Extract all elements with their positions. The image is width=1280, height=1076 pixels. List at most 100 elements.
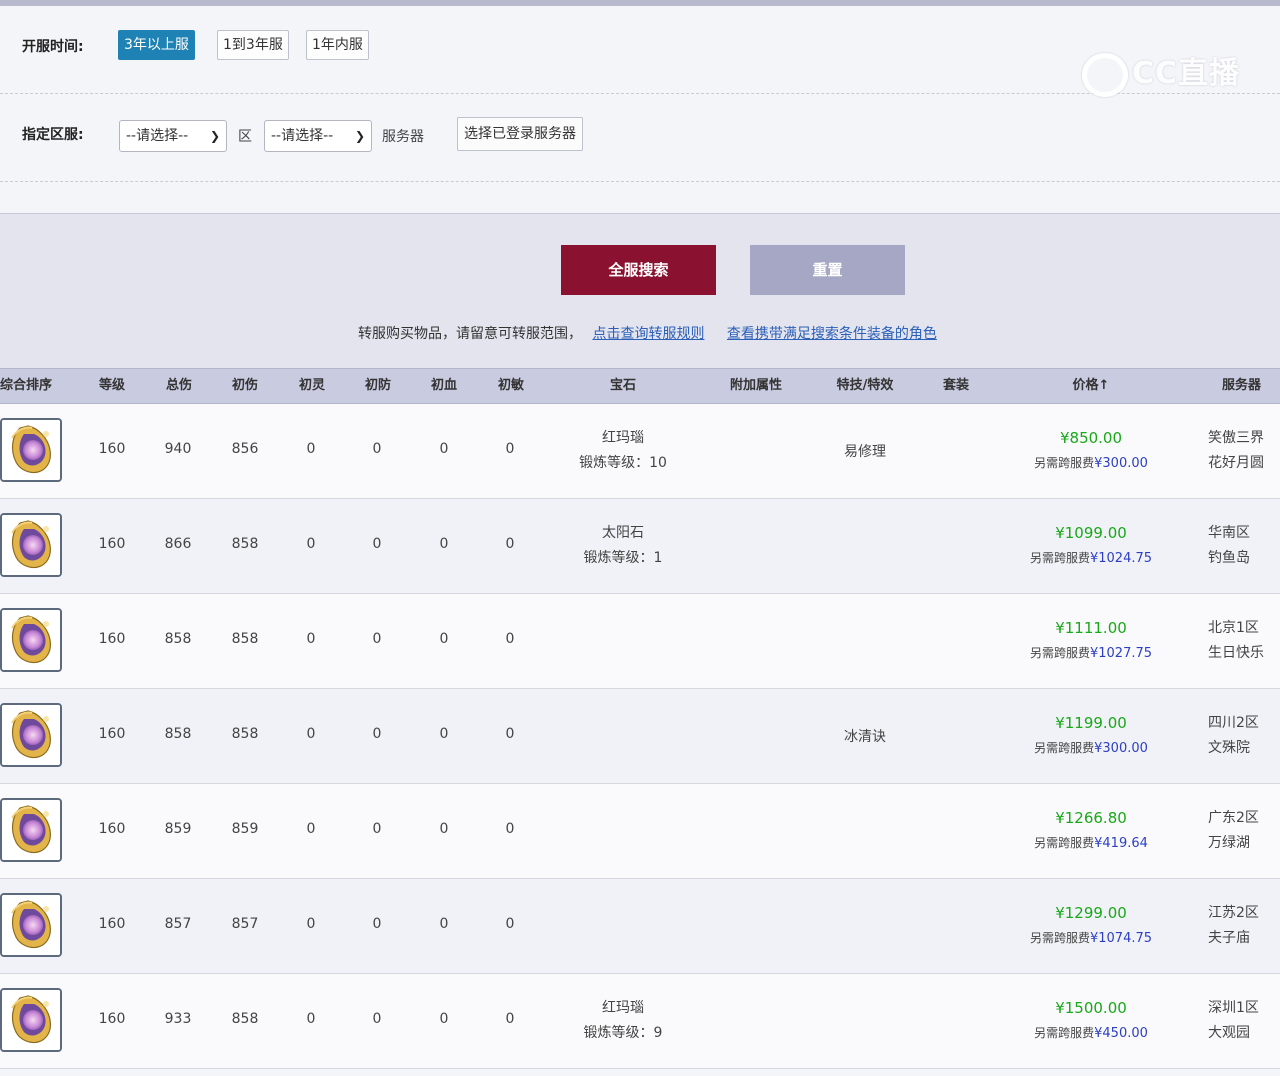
transfer-fee: 另需跨服费¥300.00 [1034,456,1148,471]
transfer-rules-link[interactable]: 点击查询转服规则 [592,326,704,342]
view-characters-link[interactable]: 查看携带满足搜索条件装备的角色 [727,326,937,342]
item-icon[interactable] [0,703,62,767]
cell-d4: 0 [439,631,449,647]
table-row[interactable]: 160 858 858 0 0 0 0 ¥1111.00 另需跨服费¥1027.75 北京1区 生日… [0,594,1280,689]
cell-d3: 0 [372,821,382,837]
price-value: ¥1500.00 [1055,999,1127,1017]
header-d5[interactable]: 初敏 [486,369,536,405]
cell-d1: 858 [231,631,259,647]
zone-label: 指定区服: [22,127,84,143]
cell-level: 160 [98,916,126,932]
cell-d5: 0 [505,916,515,932]
price-value: ¥1299.00 [1055,904,1127,922]
item-icon[interactable] [0,893,62,957]
header-d4[interactable]: 初血 [419,369,469,405]
server-select[interactable]: --请选择-- ❯ [264,120,372,152]
item-icon[interactable] [0,513,62,577]
cell-d2: 0 [306,441,316,457]
table-row[interactable]: 160 859 859 0 0 0 0 ¥1266.80 另需跨服费¥419.64 广东2区 万绿湖 [0,784,1280,879]
transfer-fee: 另需跨服费¥300.00 [1034,741,1148,756]
table-row[interactable]: 160 858 858 0 0 0 0 冰清诀 ¥1199.00 另需跨服费¥300.00 四川2区… [0,689,1280,784]
cell-d2: 0 [306,536,316,552]
cell-server: 广东2区 万绿湖 [1208,806,1280,856]
server-name: 生日快乐 [1208,645,1264,661]
header-d3[interactable]: 初防 [353,369,403,405]
option-1-to-3-years[interactable]: 1到3年服 [217,30,289,60]
cell-total: 940 [164,441,192,457]
server-name: 花好月圆 [1208,455,1264,471]
search-zone: 全服搜索 重置 转服购买物品，请留意可转服范围， 点击查询转服规则 查看携带满足… [0,213,1280,368]
table-row[interactable]: 160 857 857 0 0 0 0 ¥1299.00 另需跨服费¥1074.75 江苏2区 夫子… [0,879,1280,974]
cell-d3: 0 [372,441,382,457]
cell-d3: 0 [372,1011,382,1027]
cell-d4: 0 [439,726,449,742]
cell-d3: 0 [372,916,382,932]
item-icon[interactable] [0,798,62,862]
cell-d4: 0 [439,821,449,837]
zone-select-value: --请选择-- [126,128,189,144]
server-region: 广东2区 [1208,810,1259,826]
option-within-1-year[interactable]: 1年内服 [306,30,369,60]
price-value: ¥850.00 [1059,429,1123,447]
transfer-fee: 另需跨服费¥1074.75 [1029,931,1153,946]
chevron-down-icon: ❯ [354,129,365,143]
cell-total: 859 [164,821,192,837]
header-level[interactable]: 等级 [87,369,137,405]
cc-logo-icon [1081,52,1128,97]
cell-level: 160 [98,631,126,647]
cell-total: 858 [164,726,192,742]
server-name: 钓鱼岛 [1208,550,1250,566]
cell-d3: 0 [372,536,382,552]
cell-d5: 0 [505,1011,515,1027]
option-3-years-plus[interactable]: 3年以上服 [118,30,195,60]
item-icon[interactable] [0,418,62,482]
cell-level: 160 [98,441,126,457]
server-suffix: 服务器 [382,129,424,145]
all-server-search-button[interactable]: 全服搜索 [561,245,716,295]
cell-gem: 太阳石 锻炼等级：1 [558,521,688,571]
reset-button[interactable]: 重置 [750,245,905,295]
header-gem: 宝石 [609,378,636,393]
cell-server: 北京1区 生日快乐 [1208,616,1280,666]
filter-panel: 开服时间: 3年以上服 1到3年服 1年内服 指定区服: --请选择-- ❯ 区… [0,6,1280,212]
cell-price: ¥1199.00 另需跨服费¥300.00 [1005,711,1177,761]
cell-special: 冰清诀 [844,729,886,745]
header-total[interactable]: 总伤 [154,369,204,405]
cell-d5: 0 [505,821,515,837]
cc-live-watermark: CC直播 [1081,48,1240,97]
gem-name: 红玛瑙 [602,430,644,446]
table-row[interactable]: 160 940 856 0 0 0 0 红玛瑙 锻炼等级：10 易修理 ¥850.00 另需跨服费¥3… [0,404,1280,499]
header-d2[interactable]: 初灵 [287,369,337,405]
item-icon[interactable] [0,988,62,1052]
gem-name: 红玛瑙 [602,1000,644,1016]
notice-text: 转服购买物品，请留意可转服范围， [358,326,582,342]
server-name: 夫子庙 [1208,930,1250,946]
cell-price: ¥1500.00 另需跨服费¥450.00 [1005,996,1177,1046]
header-d1[interactable]: 初伤 [220,369,270,405]
cell-price: ¥1111.00 另需跨服费¥1027.75 [1005,616,1177,666]
cell-level: 160 [98,821,126,837]
select-logged-server-button[interactable]: 选择已登录服务器 [457,117,583,151]
cell-total: 858 [164,631,192,647]
cell-d2: 0 [306,631,316,647]
server-region: 华南区 [1208,525,1250,541]
table-row[interactable]: 160 866 858 0 0 0 0 太阳石 锻炼等级：1 ¥1099.00 另需跨服费¥1024… [0,499,1280,594]
server-region: 江苏2区 [1208,905,1259,921]
open-time-label: 开服时间: [22,39,84,55]
cell-d1: 858 [231,1011,259,1027]
transfer-fee: 另需跨服费¥419.64 [1034,836,1148,851]
table-row[interactable]: 160 933 858 0 0 0 0 红玛瑙 锻炼等级：9 ¥1500.00 另需跨服费¥450.… [0,974,1280,1069]
cell-price: ¥1266.80 另需跨服费¥419.64 [1005,806,1177,856]
header-price[interactable]: 价格↑ [1055,369,1127,405]
zone-row: 指定区服: --请选择-- ❯ 区 --请选择-- ❯ 服务器 选择已登录服务器 [0,94,1280,182]
price-value: ¥1266.80 [1055,809,1127,827]
zone-select[interactable]: --请选择-- ❯ [119,120,227,152]
cell-price: ¥1099.00 另需跨服费¥1024.75 [1005,521,1177,571]
cell-d5: 0 [505,631,515,647]
gem-name: 太阳石 [602,525,644,541]
transfer-fee: 另需跨服费¥1027.75 [1029,646,1153,661]
header-special: 特技/特效 [836,378,894,393]
header-sort[interactable]: 综合排序 [0,369,62,405]
server-region: 深圳1区 [1208,1000,1259,1016]
item-icon[interactable] [0,608,62,672]
